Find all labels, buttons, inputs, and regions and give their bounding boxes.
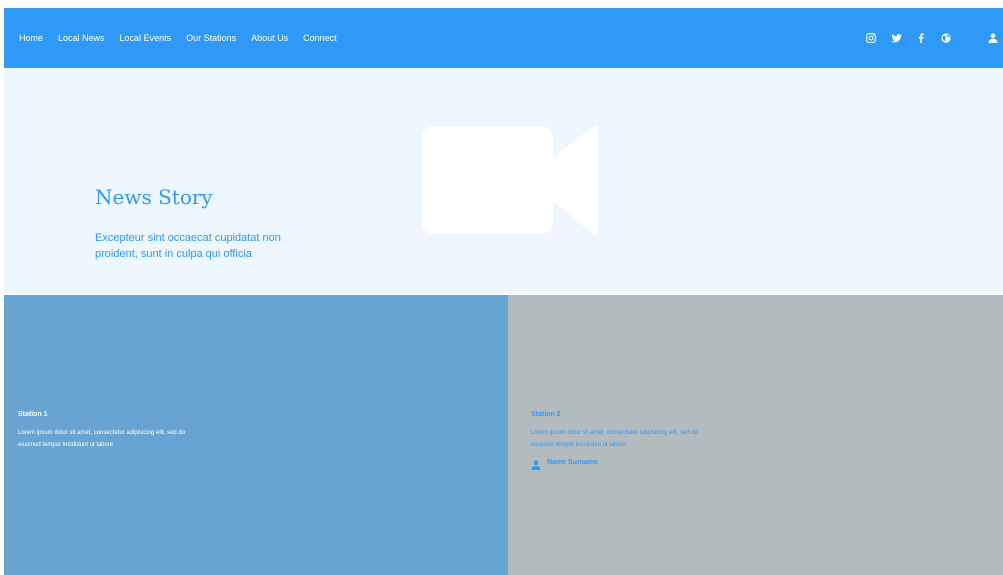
user-icon[interactable]: [987, 32, 999, 44]
nav-links: Home Local News Local Events Our Station…: [4, 8, 352, 68]
station-card-2[interactable]: Station 2 Lorem ipsum dolor sit amet, co…: [508, 295, 1003, 575]
video-camera-icon[interactable]: [422, 125, 598, 238]
station-description: Lorem ipsum dolor sit amet, consectetur …: [531, 430, 699, 448]
hero-banner: News Story Excepteur sint occaecat cupid…: [4, 68, 1003, 294]
station-description: Lorem ipsum dolor sit amet, consectetur …: [18, 430, 186, 448]
nav-link-home[interactable]: Home: [19, 33, 43, 43]
station-card-1[interactable]: Station 1 Lorem ipsum dolor sit amet, co…: [4, 295, 508, 575]
nav-link-about-us[interactable]: About Us: [251, 33, 288, 43]
globe-icon[interactable]: [940, 32, 952, 44]
top-navbar: Home Local News Local Events Our Station…: [4, 8, 1003, 68]
nav-link-connect[interactable]: Connect: [303, 33, 337, 43]
news-story-summary: Excepteur sint occaecat cupidatat non pr…: [95, 232, 281, 260]
news-story-title[interactable]: News Story: [95, 185, 213, 209]
user-icon: [531, 457, 541, 470]
nav-link-local-events[interactable]: Local Events: [120, 33, 172, 43]
instagram-icon[interactable]: [865, 32, 877, 44]
facebook-icon[interactable]: [915, 32, 927, 44]
social-icons: [865, 8, 1003, 68]
author-name: Name Surname: [547, 458, 598, 466]
station-title: Station 1: [18, 411, 48, 418]
page: Home Local News Local Events Our Station…: [4, 8, 1003, 575]
nav-link-our-stations[interactable]: Our Stations: [186, 33, 236, 43]
author-link[interactable]: Name Surname: [531, 457, 598, 470]
twitter-icon[interactable]: [890, 32, 902, 44]
nav-link-local-news[interactable]: Local News: [58, 33, 105, 43]
station-title: Station 2: [531, 411, 561, 418]
